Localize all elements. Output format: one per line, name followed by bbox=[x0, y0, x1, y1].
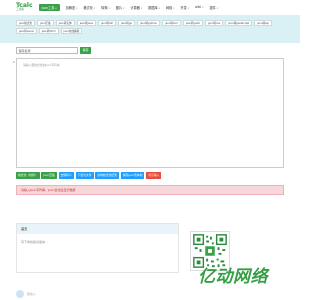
error-alert: 请输入Json字符串，Json合法后显示数据 bbox=[16, 185, 284, 195]
subnav-chip[interactable]: json转yaml bbox=[182, 20, 204, 26]
subnav-chip[interactable]: json转xml bbox=[162, 20, 181, 26]
comment-title: 留言 bbox=[17, 224, 178, 234]
chevron-down-icon: ▾ bbox=[123, 6, 125, 10]
nav-item-2[interactable]: 格式化▾ bbox=[83, 5, 95, 10]
site-logo[interactable]: Tcalc 工具箱 bbox=[16, 2, 33, 12]
subnav-chip[interactable]: json转sql bbox=[254, 20, 272, 26]
logo-subtext: 工具箱 bbox=[16, 7, 24, 11]
watermark-text: 亿动网络 bbox=[198, 267, 268, 287]
nav-item-8[interactable]: 开发▾ bbox=[180, 5, 189, 10]
comment-user-row: 留言人 bbox=[16, 290, 36, 298]
nav-item-label: wiki bbox=[195, 5, 202, 9]
action-button-3[interactable]: 下载为文件 bbox=[75, 172, 94, 179]
nav-item-5[interactable]: 计算器▾ bbox=[130, 5, 142, 10]
chevron-down-icon: ▾ bbox=[173, 6, 175, 10]
save-name-input[interactable]: 保存名称 bbox=[16, 47, 78, 54]
nav-item-3[interactable]: 转换▾ bbox=[101, 5, 110, 10]
comment-panel: 留言 写下你的建议留言... bbox=[16, 223, 179, 273]
action-buttons: 格式化（校验） json压缩 去除转义 下载为文件 复制格式化结果 保存Json到本地 清空… bbox=[16, 172, 163, 179]
nav-item-7[interactable]: 网络▾ bbox=[166, 5, 175, 10]
nav-item-label: 加解密 bbox=[65, 5, 76, 10]
chevron-down-icon: ▾ bbox=[158, 6, 160, 10]
nav-item-9[interactable]: wiki▾ bbox=[195, 5, 203, 9]
nav-item-1[interactable]: 加解密▾ bbox=[66, 5, 78, 10]
avatar bbox=[16, 290, 24, 298]
subnav-chip[interactable]: json转C# bbox=[98, 20, 116, 26]
chevron-down-icon: ▾ bbox=[202, 6, 204, 9]
subnav-chip[interactable]: json转excel bbox=[16, 28, 37, 34]
nav-item-10[interactable]: 插件▾ bbox=[209, 5, 218, 10]
json-editor[interactable]: 1 请输入要格式化的Json字符串 bbox=[13, 58, 284, 168]
nav-item-label: 计算器 bbox=[130, 5, 140, 10]
chevron-down-icon: ▾ bbox=[76, 6, 78, 10]
action-button-4[interactable]: 复制格式化结果 bbox=[95, 172, 119, 179]
save-toolbar: 保存名称 保存 bbox=[16, 47, 92, 54]
chevron-down-icon: ▾ bbox=[187, 6, 189, 10]
subnav-chip[interactable]: json格式化 bbox=[16, 20, 36, 26]
comment-input[interactable]: 写下你的建议留言... bbox=[17, 234, 178, 244]
subnav-chip[interactable]: json转csv bbox=[205, 20, 224, 26]
nav-item-label: json工具 bbox=[41, 5, 55, 10]
subnav-chip[interactable]: json在线编辑 bbox=[60, 28, 83, 34]
nav-item-0[interactable]: json工具▾ bbox=[38, 3, 60, 11]
nav-item-label: 开发 bbox=[180, 5, 187, 10]
json-tool-subnav: json格式化 json压缩 json转实体 json转Java json转C# json… bbox=[0, 15, 300, 43]
nav-item-label: 图片 bbox=[115, 5, 123, 10]
save-button[interactable]: 保存 bbox=[80, 47, 92, 54]
top-navbar: Tcalc 工具箱 json工具▾ 加解密▾ 格式化▾ 转换▾ 图片▾ 计算器▾ 数据库▾ 网… bbox=[0, 0, 300, 14]
comment-user-name: 留言人 bbox=[27, 292, 37, 296]
subnav-chip[interactable]: json压缩 bbox=[37, 20, 54, 26]
nav-menu: json工具▾ 加解密▾ 格式化▾ 转换▾ 图片▾ 计算器▾ 数据库▾ 网络▾ 开发▾ wiki▾… bbox=[38, 3, 225, 11]
subnav-chip[interactable]: json转JavaScript bbox=[225, 20, 253, 26]
subnav-chip[interactable]: json转Java bbox=[76, 20, 97, 26]
chevron-down-icon: ▾ bbox=[93, 6, 96, 10]
subnav-chip[interactable]: json转go bbox=[117, 20, 136, 26]
chevron-down-icon: ▾ bbox=[216, 6, 219, 10]
nav-item-label: 网络 bbox=[165, 5, 173, 10]
subnav-chip[interactable]: json转html bbox=[38, 28, 59, 34]
action-button-0[interactable]: 格式化（校验） bbox=[16, 172, 40, 179]
editor-placeholder: 请输入要格式化的Json字符串 bbox=[23, 63, 60, 67]
nav-item-6[interactable]: 数据库▾ bbox=[148, 5, 160, 10]
chevron-down-icon: ▾ bbox=[108, 6, 110, 10]
action-button-6[interactable]: 清空输入 bbox=[146, 172, 162, 179]
nav-item-label: 转换 bbox=[101, 5, 108, 10]
nav-item-label: 数据库 bbox=[148, 5, 158, 10]
action-button-1[interactable]: json压缩 bbox=[41, 172, 57, 179]
subnav-chip[interactable]: json转python bbox=[137, 20, 161, 26]
chevron-down-icon: ▾ bbox=[140, 6, 143, 10]
subnav-chip[interactable]: json转实体 bbox=[55, 20, 75, 26]
nav-item-label: 插件 bbox=[209, 5, 216, 10]
chevron-down-icon: ▾ bbox=[55, 6, 57, 10]
nav-item-4[interactable]: 图片▾ bbox=[116, 5, 125, 10]
action-button-2[interactable]: 去除转义 bbox=[58, 172, 74, 179]
line-number: 1 bbox=[13, 60, 15, 64]
nav-item-label: 格式化 bbox=[83, 5, 93, 10]
action-button-5[interactable]: 保存Json到本地 bbox=[120, 172, 145, 179]
